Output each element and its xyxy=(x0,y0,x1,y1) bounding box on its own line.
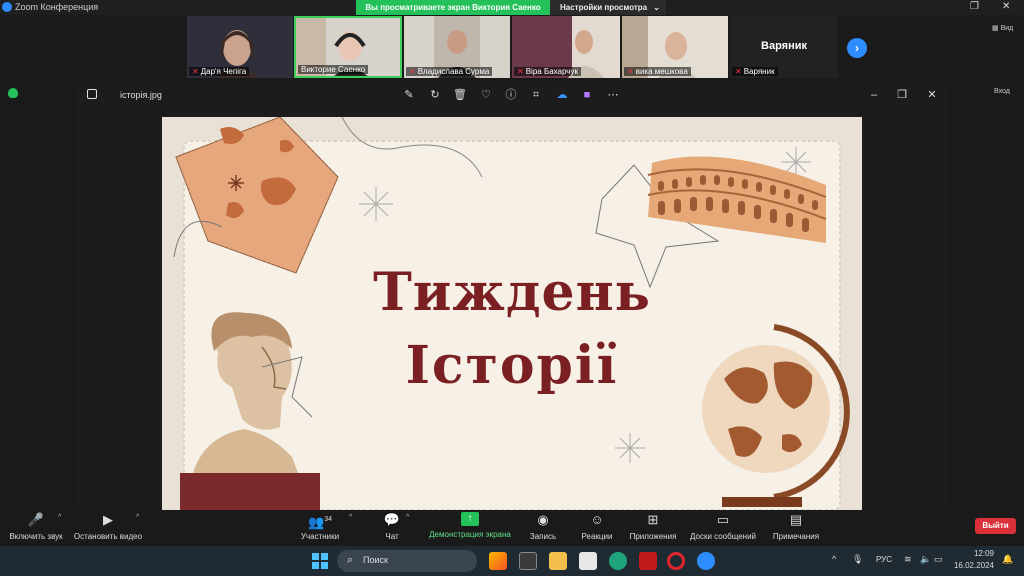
participant-tile-active-speaker[interactable]: Викторие Саенко xyxy=(294,16,402,78)
zoom-logo-icon xyxy=(2,2,12,12)
notes-button[interactable]: ▤ Примечания xyxy=(770,512,822,541)
share-screen-icon: ↑ xyxy=(461,512,479,526)
mcafee-icon[interactable] xyxy=(639,552,657,570)
zoom-taskbar-icon[interactable] xyxy=(697,552,715,570)
close-icon[interactable]: ✕ xyxy=(1002,1,1010,12)
record-icon: ◉ xyxy=(537,512,549,527)
title-bar: Zoom Конференция Вы просматриваете экран… xyxy=(0,0,1024,15)
chevron-up-icon[interactable]: ^ xyxy=(349,514,352,521)
windows-taskbar: ⌕ Поиск ^ 🎙 РУС ≋ 🔈 ▭ 12:09 16.02.2024 🔔 xyxy=(0,546,1024,576)
mic-muted-icon: ✕ xyxy=(192,67,199,76)
chevron-up-icon[interactable]: ^ xyxy=(406,514,409,521)
chevron-down-icon: ⌄ xyxy=(653,3,660,12)
chevron-up-icon[interactable]: ^ xyxy=(832,554,836,564)
viewer-toolbar: історія.jpg ✎ ↻ 🗑 ♡ ⓘ ⌗ ☁ ■ ⋯ – ❐ ✕ xyxy=(77,81,947,109)
participant-name: ✕ вика мешкова xyxy=(624,67,691,76)
favorite-icon[interactable]: ♡ xyxy=(479,88,493,102)
next-page-button[interactable]: › xyxy=(847,38,867,58)
participants-icon: 👥34 xyxy=(308,514,332,530)
participant-name: ✕ Віра Бахарчук xyxy=(514,67,581,76)
chat-icon: 💬 xyxy=(383,512,401,527)
edge-icon[interactable] xyxy=(609,552,627,570)
windows-start-icon[interactable] xyxy=(312,553,328,569)
poster-title-line1: Тиждень xyxy=(373,262,651,323)
clock-date[interactable]: 16.02.2024 xyxy=(946,561,994,570)
participant-name: ✕ Дар'я Чепіга xyxy=(189,67,250,76)
restore-icon[interactable]: ❐ xyxy=(895,88,909,102)
microphone-icon[interactable]: 🎙 xyxy=(852,554,863,565)
apps-button[interactable]: ⊞ Приложения xyxy=(628,512,678,541)
chevron-up-icon[interactable]: ^ xyxy=(58,514,61,521)
mic-muted-icon: ✕ xyxy=(517,67,524,76)
reactions-button[interactable]: ☺ Реакции xyxy=(578,512,616,541)
record-button[interactable]: ◉ Запись xyxy=(527,512,559,541)
stop-video-button[interactable]: ▶ Остановить видео ^ xyxy=(72,512,144,541)
search-icon: ⌕ xyxy=(347,554,354,566)
task-view-icon[interactable] xyxy=(519,552,537,570)
edit-icon[interactable]: ✎ xyxy=(402,88,416,102)
mic-muted-icon: 🎤 xyxy=(27,512,45,527)
opera-icon[interactable] xyxy=(667,552,685,570)
volume-icon[interactable]: 🔈 xyxy=(920,554,931,565)
view-settings-label: Настройки просмотра xyxy=(560,3,648,12)
participant-tile[interactable]: ✕ Дар'я Чепіга xyxy=(187,16,293,78)
apps-icon: ⊞ xyxy=(647,512,659,527)
copilot-icon[interactable] xyxy=(489,552,507,570)
whiteboard-icon: ▭ xyxy=(716,512,730,527)
view-label-mid[interactable]: Вход xyxy=(994,88,1010,95)
wifi-icon[interactable]: ≋ xyxy=(904,554,912,565)
language-indicator[interactable]: РУС xyxy=(876,555,892,564)
participant-tile[interactable]: ✕ вика мешкова xyxy=(622,16,728,78)
mic-muted-icon: ✕ xyxy=(735,67,742,76)
participant-name: ✕ Владислава Сурма xyxy=(406,67,493,76)
clock-time[interactable]: 12:09 xyxy=(958,549,994,558)
view-settings-dropdown[interactable]: Настройки просмотра ⌄ xyxy=(550,0,666,15)
video-camera-icon: ▶ xyxy=(103,512,113,527)
history-week-poster: Тиждень Історії xyxy=(162,117,862,510)
microsoft-store-icon[interactable] xyxy=(579,552,597,570)
taskbar-search[interactable]: ⌕ Поиск xyxy=(337,550,477,572)
minimize-icon[interactable]: – xyxy=(867,88,881,102)
participant-tile[interactable]: ✕ Віра Бахарчук xyxy=(512,16,620,78)
image-file-icon xyxy=(87,89,97,99)
participant-avatar-name: Варяник xyxy=(761,40,807,52)
app-title: Zoom Конференция xyxy=(15,2,99,12)
delete-icon[interactable]: 🗑 xyxy=(453,88,467,102)
participant-tile[interactable]: ✕ Владислава Сурма xyxy=(404,16,510,78)
battery-icon[interactable]: ▭ xyxy=(934,554,943,565)
info-icon[interactable]: ⓘ xyxy=(504,88,518,102)
chevron-up-icon[interactable]: ^ xyxy=(136,514,139,521)
rotate-icon[interactable]: ↻ xyxy=(428,88,442,102)
security-shield-icon xyxy=(8,88,18,98)
close-icon[interactable]: ✕ xyxy=(925,88,939,102)
clipchamp-icon[interactable]: ■ xyxy=(580,88,594,102)
onedrive-icon[interactable]: ☁ xyxy=(555,88,569,102)
file-explorer-icon[interactable] xyxy=(549,552,567,570)
unmute-button[interactable]: 🎤 Включить звук ^ xyxy=(6,512,66,541)
file-name: історія.jpg xyxy=(120,90,162,100)
meeting-toolbar: 🎤 Включить звук ^ ▶ Остановить видео ^ 👥… xyxy=(0,510,1024,546)
view-label-top[interactable]: ▦ Вид xyxy=(992,24,1013,32)
crop-icon[interactable]: ⌗ xyxy=(529,88,543,102)
leave-button[interactable]: Выйти xyxy=(975,518,1016,534)
chat-button[interactable]: 💬 Чат ^ xyxy=(378,512,409,541)
notes-icon: ▤ xyxy=(789,512,803,527)
poster-title-line2: Історії xyxy=(405,335,619,396)
sharing-banner: Вы просматриваете экран Виктория Саенко xyxy=(356,0,550,15)
participant-name: ✕ Варяник xyxy=(732,67,778,76)
whiteboards-button[interactable]: ▭ Доски сообщений xyxy=(688,512,758,541)
reactions-icon: ☺ xyxy=(590,512,604,527)
participants-button[interactable]: 👥34 Участники ^ xyxy=(297,512,352,541)
mic-muted-icon: ✕ xyxy=(409,67,416,76)
more-icon[interactable]: ⋯ xyxy=(606,88,620,102)
share-screen-button[interactable]: ↑ Демонстрация экрана xyxy=(427,512,513,539)
participant-tile[interactable]: Варяник ✕ Варяник xyxy=(730,16,838,78)
restore-icon[interactable]: ❐ xyxy=(970,1,979,12)
notifications-icon[interactable]: 🔔 xyxy=(1002,554,1013,565)
mic-muted-icon: ✕ xyxy=(627,67,634,76)
participant-name: Викторие Саенко xyxy=(298,65,369,74)
